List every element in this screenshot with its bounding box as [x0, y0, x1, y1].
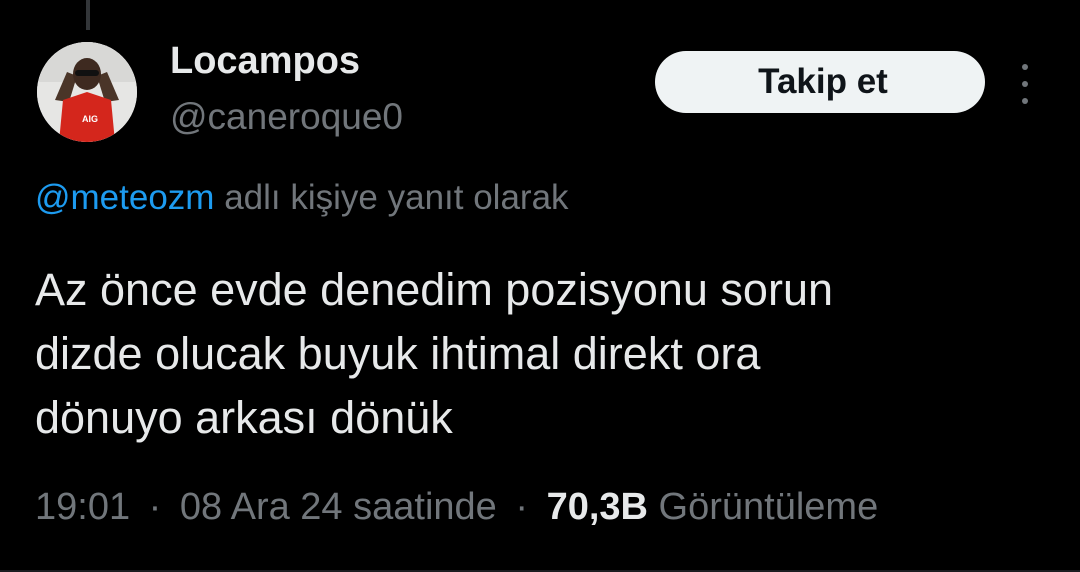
views-count[interactable]: 70,3B [547, 486, 648, 528]
more-dot [1022, 81, 1028, 87]
reply-mention-link[interactable]: @meteozm [35, 178, 214, 217]
tweet-text: Az önce evde denedim pozisyonu sorun diz… [35, 258, 1055, 450]
more-dot [1022, 98, 1028, 104]
meta-separator: · [148, 486, 162, 528]
thread-connector-line [86, 0, 90, 30]
follow-button[interactable]: Takip et [655, 51, 985, 113]
meta-separator: · [515, 486, 529, 528]
reply-context-label: adlı kişiye yanıt olarak [224, 178, 569, 217]
user-handle[interactable]: @caneroque0 [170, 96, 403, 138]
tweet-date[interactable]: 08 Ara 24 saatinde [180, 486, 497, 528]
display-name[interactable]: Locampos [170, 40, 360, 83]
tweet-text-line: Az önce evde denedim pozisyonu sorun [35, 264, 834, 315]
tweet-text-line: dizde olucak buyuk ihtimal direkt ora [35, 328, 761, 379]
more-vertical-icon[interactable] [1012, 64, 1038, 104]
tweet-meta: 19:01 · 08 Ara 24 saatinde · 70,3B Görün… [35, 486, 878, 529]
views-label: Görüntüleme [658, 486, 879, 528]
avatar-image: AIG [37, 42, 137, 142]
tweet-time[interactable]: 19:01 [35, 486, 130, 528]
avatar[interactable]: AIG [37, 42, 137, 142]
reply-context: @meteozm adlı kişiye yanıt olarak [35, 178, 569, 218]
more-dot [1022, 64, 1028, 70]
avatar-shirt-text: AIG [82, 114, 98, 124]
tweet-text-line: dönuyo arkası dönük [35, 392, 453, 443]
